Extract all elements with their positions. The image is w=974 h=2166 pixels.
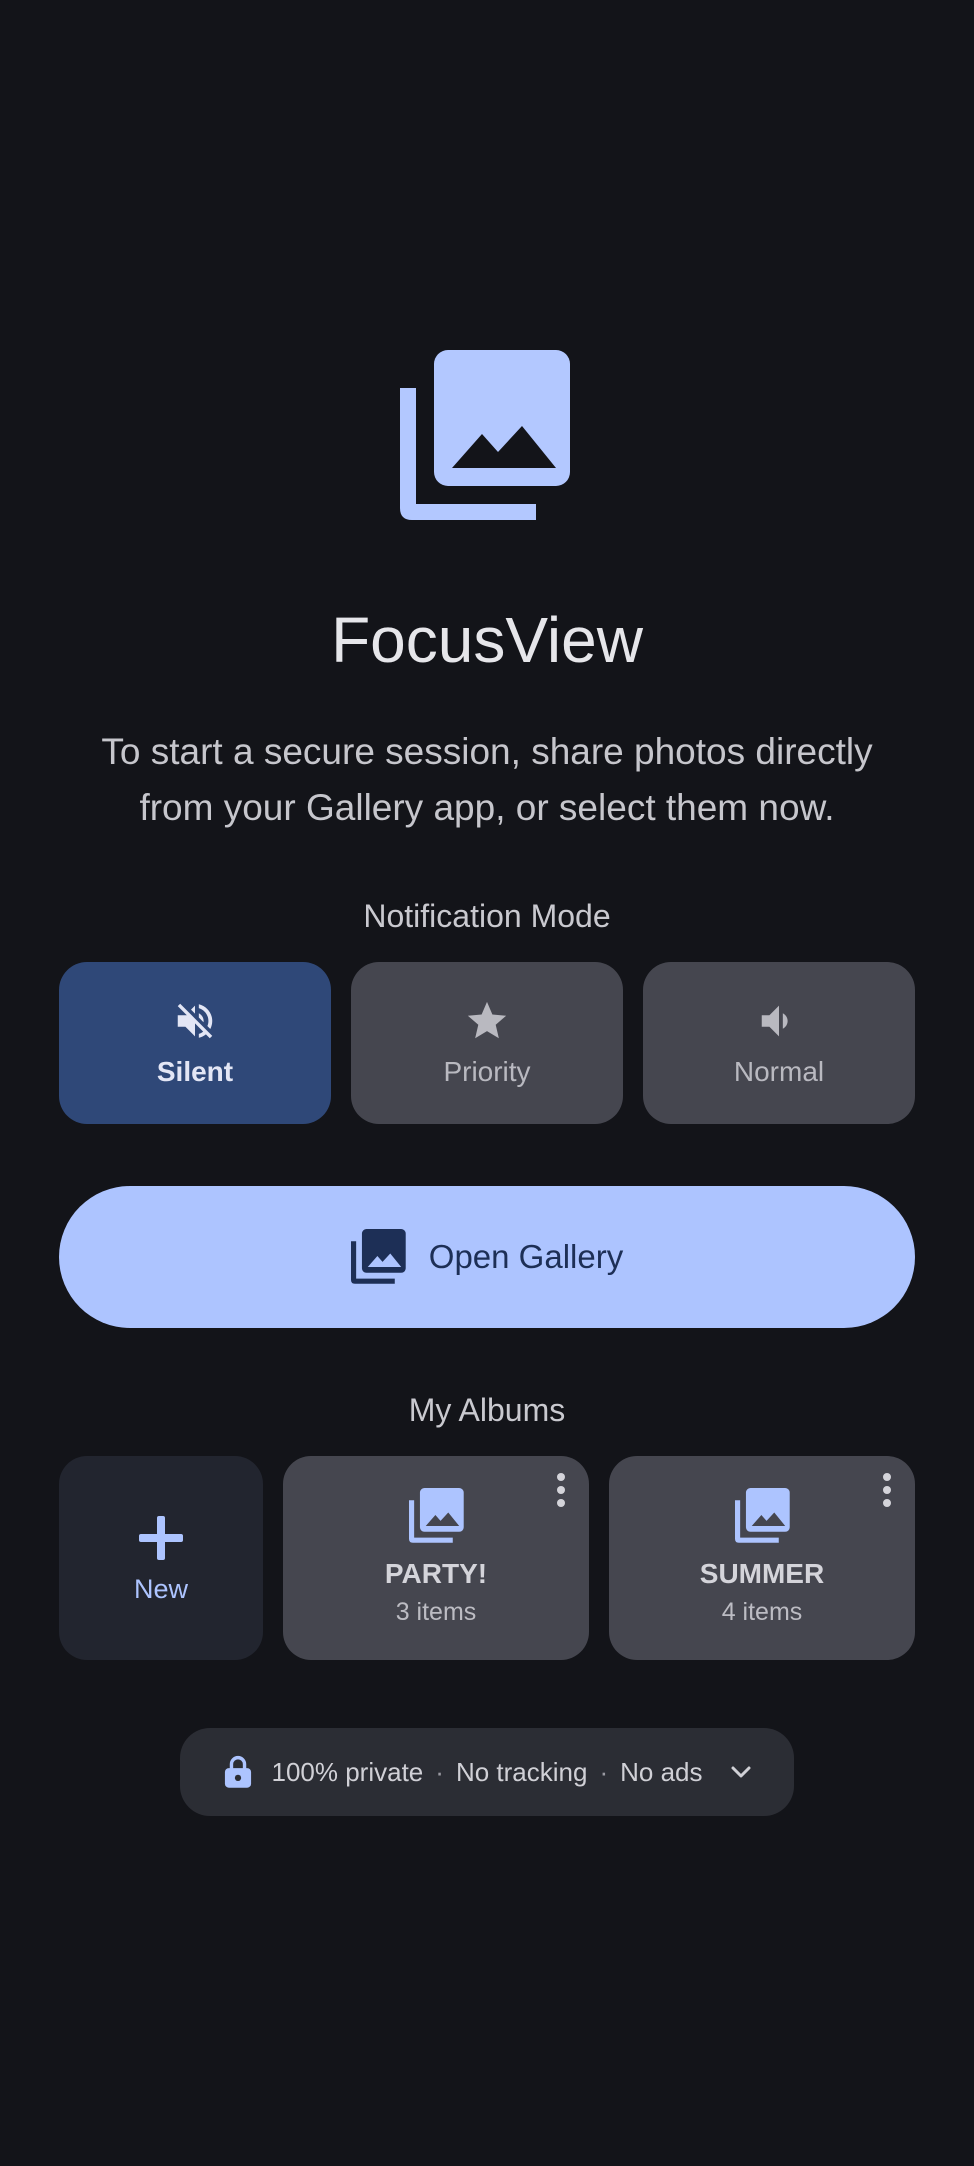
privacy-no-tracking: No tracking: [455, 1756, 588, 1787]
chevron-down-icon: [731, 1766, 750, 1778]
photo-library-icon: [409, 1488, 464, 1543]
photo-library-icon: [350, 1229, 406, 1284]
star-icon: [467, 1001, 507, 1039]
album-count: 4 items: [721, 1598, 803, 1626]
mode-priority-label: Priority: [443, 1056, 531, 1087]
photo-library-icon: [735, 1488, 790, 1543]
album-card-party[interactable]: PARTY! 3 items: [283, 1456, 589, 1660]
album-name: SUMMER: [699, 1558, 825, 1589]
mode-priority-button[interactable]: Priority: [351, 962, 623, 1124]
new-album-label: New: [133, 1573, 188, 1604]
open-gallery-button[interactable]: Open Gallery: [59, 1186, 915, 1328]
app-title: FocusView: [331, 604, 643, 676]
album-name: PARTY!: [384, 1558, 488, 1589]
open-gallery-label: Open Gallery: [428, 1238, 624, 1275]
privacy-info-chip[interactable]: 100% private · No tracking · No ads: [180, 1728, 794, 1816]
mode-silent-button[interactable]: Silent: [59, 962, 331, 1124]
new-album-button[interactable]: New: [59, 1456, 263, 1660]
volume-off-icon: [177, 1003, 213, 1039]
mode-normal-button[interactable]: Normal: [643, 962, 915, 1124]
app-subtitle: To start a secure session, share photos …: [101, 731, 873, 828]
privacy-no-ads: No ads: [620, 1756, 703, 1787]
privacy-private: 100% private: [271, 1756, 424, 1787]
volume-up-icon: [761, 1005, 788, 1037]
photo-library-icon: [400, 350, 570, 520]
my-albums-label: My Albums: [408, 1392, 566, 1428]
mode-normal-label: Normal: [733, 1056, 825, 1087]
plus-icon: [139, 1515, 183, 1560]
mode-silent-label: Silent: [156, 1056, 234, 1087]
more-vert-icon[interactable]: [553, 1472, 569, 1508]
separator: ·: [435, 1756, 444, 1787]
album-count: 3 items: [395, 1598, 477, 1626]
album-card-summer[interactable]: SUMMER 4 items: [609, 1456, 915, 1660]
more-vert-icon[interactable]: [879, 1472, 895, 1508]
notification-mode-label: Notification Mode: [363, 898, 611, 934]
separator: ·: [599, 1756, 609, 1787]
lock-icon: [224, 1755, 251, 1788]
